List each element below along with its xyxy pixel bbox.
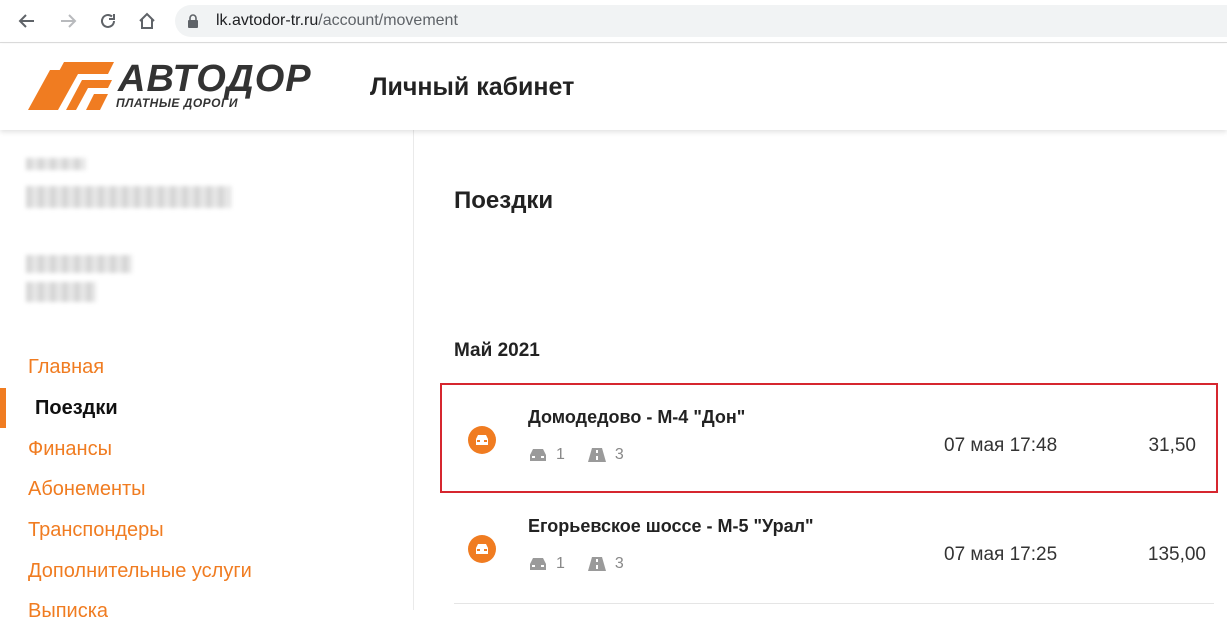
blurred-user-email — [26, 186, 231, 208]
logo-tagline: ПЛАТНЫЕ ДОРОГИ — [116, 96, 238, 110]
lock-icon — [187, 13, 201, 29]
forward-button[interactable] — [55, 8, 81, 34]
road-icon — [587, 448, 606, 462]
road-icon — [587, 557, 606, 571]
vehicle-class-icon — [530, 449, 546, 461]
back-arrow-icon — [18, 14, 34, 28]
trip-amount: 31,50 — [1148, 435, 1196, 456]
vehicle-class-value: 1 — [556, 446, 565, 463]
page-title: Поездки — [454, 187, 554, 214]
browser-toolbar: lk.avtodor-tr.ru/account/movement — [0, 0, 1227, 43]
road-count-value: 3 — [614, 446, 624, 463]
logo-wordmark: АВТОДОР — [118, 58, 312, 100]
trip-row[interactable]: Домодедово - М-4 "Дон" 1 3 07 мая 17:48 … — [440, 383, 1218, 493]
trip-row[interactable]: Егорьевское шоссе - М-5 "Урал" 1 3 07 ма… — [454, 502, 1214, 602]
blurred-account-balance — [26, 282, 96, 302]
avtodor-logo[interactable]: АВТОДОР ПЛАТНЫЕ ДОРОГИ — [28, 56, 328, 116]
address-bar[interactable]: lk.avtodor-tr.ru/account/movement — [175, 5, 1227, 37]
road-count-value: 3 — [614, 555, 624, 572]
sidebar-item-statement[interactable]: Выписка — [28, 600, 108, 623]
reload-button[interactable] — [95, 8, 121, 34]
vehicle-class-value: 1 — [556, 555, 565, 572]
blurred-account-number — [26, 255, 132, 273]
trip-time: 07 мая 17:25 — [944, 544, 1058, 565]
trip-amount: 135,00 — [1147, 544, 1206, 565]
road-logo-icon — [28, 62, 114, 110]
trip-meta: 1 3 — [528, 446, 624, 464]
car-trip-icon — [468, 426, 496, 454]
vehicle-class-icon — [530, 558, 546, 570]
sidebar-item-main[interactable]: Главная — [28, 356, 104, 379]
sidebar: Главная Поездки Финансы Абонементы Транс… — [0, 130, 414, 622]
page-header-title: Личный кабинет — [370, 73, 575, 101]
trip-time: 07 мая 17:48 — [944, 435, 1058, 456]
home-icon — [139, 12, 155, 29]
sidebar-item-finance[interactable]: Финансы — [28, 438, 112, 461]
row-divider — [454, 603, 1214, 604]
trip-route: Домодедово - М-4 "Дон" — [528, 407, 746, 427]
sidebar-item-subscriptions[interactable]: Абонементы — [28, 478, 146, 501]
url-text: lk.avtodor-tr.ru/account/movement — [216, 12, 458, 29]
forward-arrow-icon — [61, 14, 77, 28]
main-content: Поездки Май 2021 Домодедово - М-4 "Дон" … — [415, 130, 1227, 610]
back-button[interactable] — [14, 8, 40, 34]
trip-meta: 1 3 — [528, 555, 624, 573]
car-trip-icon — [468, 535, 496, 563]
month-heading: Май 2021 — [454, 340, 540, 361]
sidebar-item-extra-services[interactable]: Дополнительные услуги — [28, 560, 252, 583]
reload-icon — [101, 13, 115, 28]
home-button[interactable] — [134, 8, 160, 34]
sidebar-item-transponders[interactable]: Транспондеры — [28, 519, 164, 542]
sidebar-item-trips[interactable]: Поездки — [35, 397, 118, 420]
active-item-marker — [0, 388, 6, 428]
trip-route: Егорьевское шоссе - М-5 "Урал" — [528, 516, 814, 536]
site-header: АВТОДОР ПЛАТНЫЕ ДОРОГИ Личный кабинет — [0, 44, 1227, 130]
blurred-user-name — [26, 158, 86, 170]
